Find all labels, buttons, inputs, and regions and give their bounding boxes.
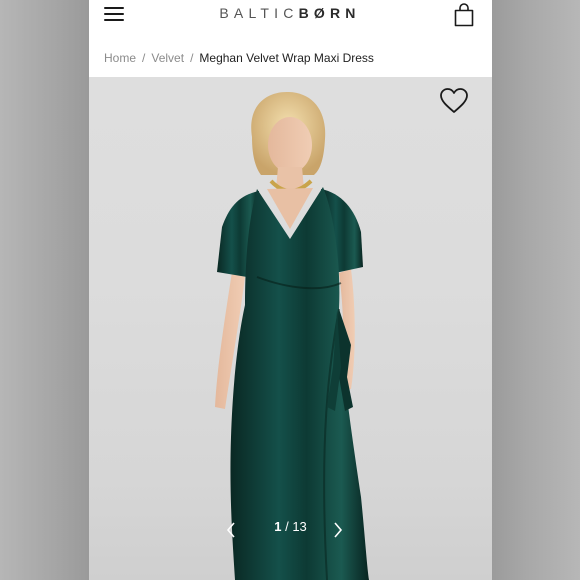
breadcrumb: Home / Velvet / Meghan Velvet Wrap Maxi Dres… xyxy=(104,51,374,65)
product-image-carousel[interactable]: 1 / 13 xyxy=(89,77,492,580)
right-backdrop xyxy=(492,0,580,580)
heart-icon[interactable] xyxy=(439,87,469,115)
brand-name-light: BALTIC xyxy=(219,5,299,21)
breadcrumb-home-link[interactable]: Home xyxy=(104,51,136,65)
chevron-right-icon[interactable] xyxy=(332,521,344,539)
pager-total: 13 xyxy=(292,519,307,534)
brand-name-bold: BØRN xyxy=(298,5,361,21)
left-backdrop xyxy=(0,0,89,580)
model-face xyxy=(268,117,312,173)
header: BALTICBØRN xyxy=(89,0,492,36)
image-pager: 1 / 13 xyxy=(89,519,492,539)
breadcrumb-separator: / xyxy=(142,51,146,65)
brand-logo[interactable]: BALTICBØRN xyxy=(189,5,391,21)
product-photo xyxy=(215,91,369,580)
app-screen: BALTICBØRN Home / Velvet / Meghan Velvet Wra… xyxy=(89,0,492,580)
shopping-bag-icon[interactable] xyxy=(453,3,475,27)
breadcrumb-separator: / xyxy=(190,51,194,65)
breadcrumb-velvet-link[interactable]: Velvet xyxy=(151,51,184,65)
pager-current: 1 xyxy=(274,519,282,534)
breadcrumb-current: Meghan Velvet Wrap Maxi Dress xyxy=(199,51,374,65)
hamburger-menu-icon[interactable] xyxy=(104,7,126,23)
pager-separator: / xyxy=(285,519,289,534)
